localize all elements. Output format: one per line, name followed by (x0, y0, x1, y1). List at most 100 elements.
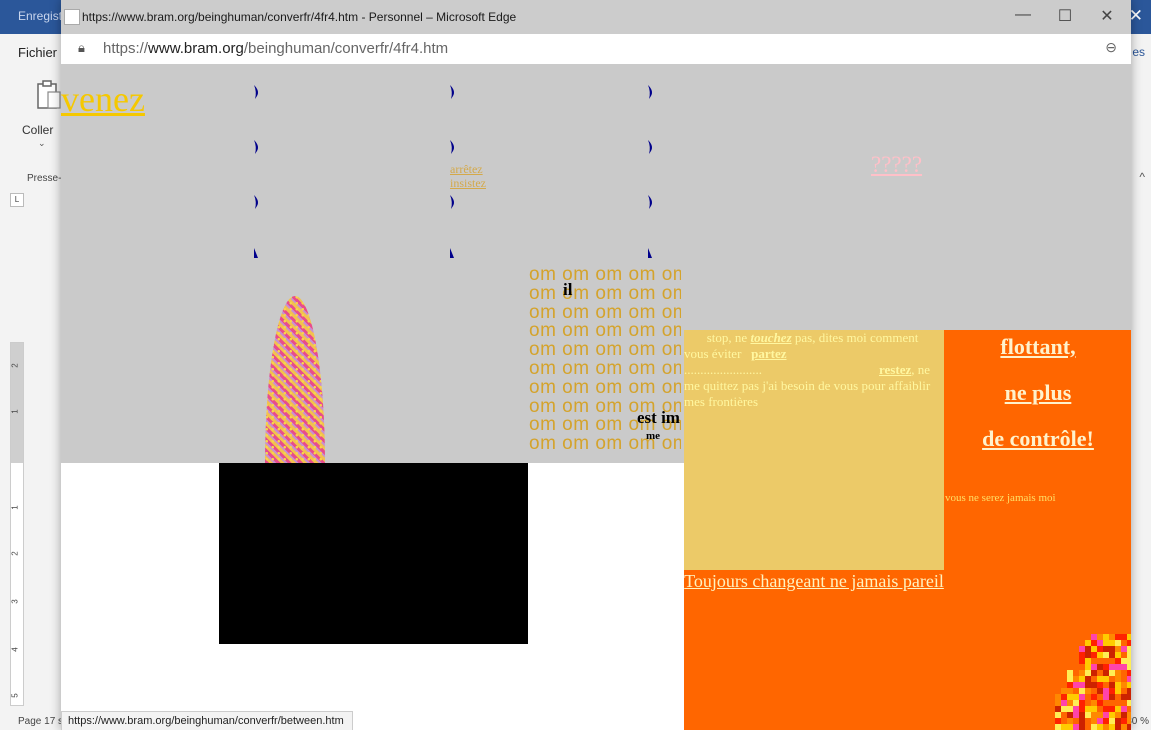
tab-stop-icon[interactable]: L (10, 193, 24, 207)
pixel (1121, 664, 1127, 670)
vertical-ruler: 2 1 1 2 3 4 5 (10, 342, 24, 706)
edge-titlebar: https://www.bram.org/beinghuman/converfr… (61, 0, 1131, 34)
word-menu-partial[interactable]: es (1132, 45, 1145, 59)
pixel (1127, 646, 1131, 652)
pixel (1127, 676, 1131, 682)
chevron-down-icon[interactable]: ⌄ (38, 138, 46, 149)
clipboard-icon[interactable] (36, 80, 62, 110)
black-frame (219, 463, 528, 644)
pixel (1115, 634, 1121, 640)
pixel (1097, 682, 1103, 688)
pixel (1103, 706, 1109, 712)
pixel (1109, 718, 1115, 724)
pixel (1121, 724, 1127, 730)
pixel (1073, 712, 1079, 718)
address-bar[interactable]: 🔒︎ https://www.bram.org/beinghuman/conve… (61, 34, 1131, 65)
pixel (1091, 712, 1097, 718)
pixel (1067, 718, 1073, 724)
pixel (1079, 718, 1085, 724)
pixel (1115, 712, 1121, 718)
touchez-link[interactable]: touchez (750, 330, 791, 345)
ruler-number: 4 (10, 647, 20, 652)
pixel (1121, 646, 1127, 652)
question-marks-link[interactable]: ????? (871, 152, 922, 178)
toujours-changeant-link[interactable]: Toujours changeant ne jamais pareil (684, 571, 944, 592)
collapse-ribbon-icon[interactable]: ^ (1139, 170, 1145, 184)
url-text[interactable]: https://www.bram.org/beinghuman/converfr… (103, 40, 448, 57)
ne-plus-link[interactable]: ne plus (945, 380, 1131, 406)
zoom-icon[interactable]: ⊖ (1105, 39, 1117, 56)
pixel (1097, 634, 1103, 640)
blade-icon (254, 140, 258, 154)
insistez-link[interactable]: insistez (450, 176, 486, 190)
arretez-insistez-links[interactable]: arrêtez insistez (450, 162, 486, 190)
partez-link[interactable]: partez (751, 346, 786, 361)
blade-icon (450, 85, 454, 99)
jamais-moi-text: vous ne serez jamais moi (945, 492, 1056, 504)
pixel (1067, 694, 1073, 700)
close-icon[interactable]: ✕ (1093, 6, 1121, 26)
pixel (1115, 652, 1121, 658)
blade-icon (648, 85, 652, 99)
pixel (1067, 676, 1073, 682)
pixel (1085, 664, 1091, 670)
pixel (1109, 634, 1115, 640)
om-line: om om om om om (529, 376, 681, 398)
pixel (1115, 676, 1121, 682)
pixel (1121, 634, 1127, 640)
pixel (1091, 682, 1097, 688)
pixel (1097, 718, 1103, 724)
word-title-text: Enregistr (18, 9, 67, 23)
lock-icon[interactable]: 🔒︎ (78, 40, 85, 56)
pixel (1085, 640, 1091, 646)
om-line: om om om om om (529, 282, 681, 304)
pixel (1127, 700, 1131, 706)
blade-icon (648, 195, 652, 209)
panel-text: stop, ne touchez pas, dites moi comment … (684, 330, 942, 410)
pixel (1073, 706, 1079, 712)
pixel (1115, 658, 1121, 664)
pixel (1103, 712, 1109, 718)
arretez-link[interactable]: arrêtez (450, 162, 486, 176)
pixel (1061, 700, 1067, 706)
pixel (1109, 724, 1115, 730)
pixel (1115, 670, 1121, 676)
pixel (1109, 694, 1115, 700)
om-line: om om om om om (529, 357, 681, 379)
restez-link[interactable]: restez (879, 362, 911, 377)
pixel (1109, 706, 1115, 712)
pixel (1079, 700, 1085, 706)
pixel (1097, 712, 1103, 718)
de-controle-link[interactable]: de contrôle! (945, 426, 1131, 452)
word-menu-fichier[interactable]: Fichier (18, 45, 57, 60)
pixel (1127, 652, 1131, 658)
venez-link[interactable]: venez (61, 78, 145, 120)
blade-icon (254, 195, 258, 209)
pixel (1109, 652, 1115, 658)
ruler-number: 2 (10, 551, 20, 556)
pixel (1091, 718, 1097, 724)
pixel (1061, 694, 1067, 700)
pixel (1079, 688, 1085, 694)
pixel (1109, 640, 1115, 646)
pixel (1097, 652, 1103, 658)
pixel (1079, 706, 1085, 712)
pixel (1085, 688, 1091, 694)
pixel (1103, 670, 1109, 676)
paste-button-label[interactable]: Coller (22, 123, 53, 137)
url-path: /beinghuman/converfr/4fr4.htm (243, 40, 449, 57)
pixel (1091, 706, 1097, 712)
ruler-number: 5 (10, 693, 20, 698)
ruler-number: 1 (10, 409, 20, 414)
pixel (1073, 724, 1079, 730)
pixel (1103, 694, 1109, 700)
flottant-link[interactable]: flottant, (945, 334, 1131, 360)
pixel (1091, 694, 1097, 700)
minimize-icon[interactable]: — (1009, 6, 1037, 24)
pixel (1121, 706, 1127, 712)
pixel (1103, 664, 1109, 670)
ruler-number: 1 (10, 505, 20, 510)
pixel (1103, 718, 1109, 724)
maximize-icon[interactable]: ☐ (1051, 6, 1079, 26)
pixel (1109, 688, 1115, 694)
